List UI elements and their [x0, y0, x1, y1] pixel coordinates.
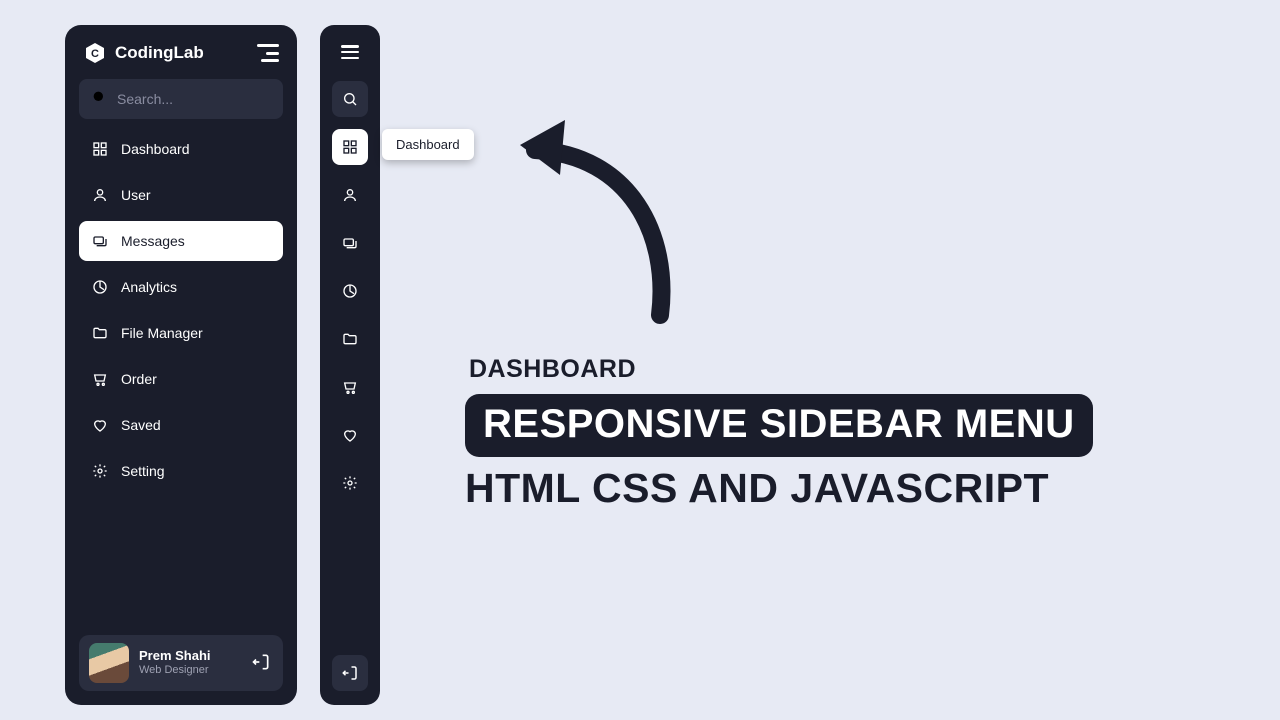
mini-item-messages[interactable] — [332, 225, 368, 261]
nav-label: User — [121, 187, 151, 203]
search-box[interactable] — [79, 79, 283, 119]
avatar — [89, 643, 129, 683]
nav-item-messages[interactable]: Messages — [79, 221, 283, 261]
nav-label: Order — [121, 371, 157, 387]
mini-logout[interactable] — [332, 655, 368, 691]
mini-item-saved[interactable] — [332, 417, 368, 453]
nav-item-order[interactable]: Order — [79, 359, 283, 399]
search-input[interactable] — [117, 91, 271, 107]
sidebar-expanded: C CodingLab Dashboard User Messages Anal… — [65, 25, 297, 705]
analytics-icon — [91, 278, 109, 296]
heart-icon — [91, 416, 109, 434]
nav-label: Analytics — [121, 279, 177, 295]
mini-item-analytics[interactable] — [332, 273, 368, 309]
sidebar-toggle-button[interactable] — [257, 44, 279, 62]
headline-kicker: DASHBOARD — [469, 355, 1093, 384]
sidebar-collapsed: Dashboard — [320, 25, 380, 705]
nav-item-dashboard[interactable]: Dashboard — [79, 129, 283, 169]
brand-name: CodingLab — [115, 43, 249, 63]
nav-item-setting[interactable]: Setting — [79, 451, 283, 491]
svg-text:C: C — [91, 48, 99, 60]
user-name: Prem Shahi — [139, 649, 241, 664]
nav-item-filemanager[interactable]: File Manager — [79, 313, 283, 353]
user-icon — [91, 186, 109, 204]
mini-item-dashboard[interactable]: Dashboard — [332, 129, 368, 165]
logo-icon: C — [83, 41, 107, 65]
grid-icon — [91, 140, 109, 158]
nav-item-analytics[interactable]: Analytics — [79, 267, 283, 307]
logout-button[interactable] — [251, 652, 273, 674]
nav-label: Saved — [121, 417, 161, 433]
sidebar-footer: Prem Shahi Web Designer — [79, 635, 283, 691]
nav-label: Dashboard — [121, 141, 190, 157]
headline-sub: HTML CSS AND JAVASCRIPT — [465, 465, 1093, 512]
folder-icon — [91, 324, 109, 342]
user-role: Web Designer — [139, 664, 241, 677]
mini-item-order[interactable] — [332, 369, 368, 405]
messages-icon — [91, 232, 109, 250]
mini-item-user[interactable] — [332, 177, 368, 213]
tooltip: Dashboard — [382, 129, 474, 160]
headline-block: DASHBOARD RESPONSIVE SIDEBAR MENU HTML C… — [465, 355, 1093, 512]
arrow-illustration — [510, 95, 690, 330]
sidebar-header: C CodingLab — [79, 41, 283, 65]
nav-item-user[interactable]: User — [79, 175, 283, 215]
nav-item-saved[interactable]: Saved — [79, 405, 283, 445]
mini-item-filemanager[interactable] — [332, 321, 368, 357]
user-meta: Prem Shahi Web Designer — [139, 649, 241, 677]
mini-search[interactable] — [332, 81, 368, 117]
nav-label: Messages — [121, 233, 185, 249]
cart-icon — [91, 370, 109, 388]
hamburger-button[interactable] — [341, 45, 359, 59]
mini-item-setting[interactable] — [332, 465, 368, 501]
nav-label: Setting — [121, 463, 165, 479]
nav-label: File Manager — [121, 325, 203, 341]
gear-icon — [91, 462, 109, 480]
nav-list: Dashboard User Messages Analytics File M… — [79, 129, 283, 491]
headline-pill: RESPONSIVE SIDEBAR MENU — [465, 394, 1093, 457]
search-icon — [91, 89, 107, 110]
